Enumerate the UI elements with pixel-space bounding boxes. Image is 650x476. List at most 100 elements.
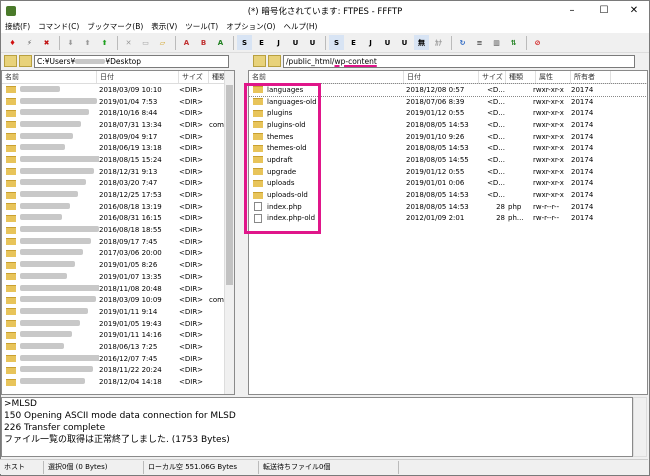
menu-view[interactable]: 表示(V) [151, 21, 177, 32]
local-file-pane[interactable]: 名前 日付 サイズ 種類 2018/03/09 10:10 <DIR> 2019/0… [1, 70, 235, 395]
log-line: 226 Transfer complete [4, 423, 106, 433]
disconnect-icon[interactable]: ✖ [39, 35, 54, 50]
table-row[interactable]: 2018/09/04 9:17 <DIR> [2, 131, 234, 143]
table-row[interactable]: 2019/01/05 8:26 <DIR> [2, 259, 234, 271]
local-scrollbar[interactable] [224, 71, 234, 394]
transfer-auto-icon[interactable]: A [213, 35, 228, 50]
table-row[interactable]: 2018/12/31 9:13 <DIR> [2, 166, 234, 178]
rename-icon[interactable]: ▭ [138, 35, 153, 50]
col-owner[interactable]: 所有者 [571, 71, 611, 83]
delete-icon[interactable]: ✕ [121, 35, 136, 50]
log-scrollbar[interactable] [633, 397, 647, 457]
menu-tools[interactable]: ツール(T) [185, 21, 218, 32]
table-row[interactable]: 2018/10/16 8:44 <DIR> [2, 107, 234, 119]
kanji-utf8-icon[interactable]: U [288, 35, 303, 50]
table-row[interactable]: 2018/09/17 7:45 <DIR> [2, 236, 234, 248]
redacted-name-block [20, 342, 64, 349]
menu-help[interactable]: ヘルプ(H) [283, 21, 317, 32]
new-folder-icon[interactable]: ▱ [155, 35, 170, 50]
table-row[interactable]: 2018/03/09 10:10 <DIR> [2, 84, 234, 96]
menu-command[interactable]: コマンド(C) [38, 21, 79, 32]
refresh-icon[interactable]: ↻ [455, 35, 470, 50]
upload-icon[interactable]: ⬆ [80, 35, 95, 50]
table-row[interactable]: 2019/01/11 14:16 <DIR> [2, 329, 234, 341]
table-row[interactable]: 2018/07/31 13:34 <DIR> com [2, 119, 234, 131]
sync-browse-icon[interactable]: ⇅ [506, 35, 521, 50]
table-row[interactable]: 2018/06/13 7:25 <DIR> [2, 341, 234, 353]
table-row[interactable]: 2018/12/04 14:18 <DIR> [2, 376, 234, 388]
table-row[interactable]: 2018/11/08 20:48 <DIR> [2, 283, 234, 295]
row-attr: rwxr-xr-x [533, 109, 564, 118]
redacted-name [20, 331, 99, 339]
table-row[interactable]: 2018/03/20 7:47 <DIR> [2, 178, 234, 190]
menu-bookmark[interactable]: ブックマーク(B) [87, 21, 143, 32]
remote-jis-icon[interactable]: J [363, 35, 378, 50]
remote-euc-icon[interactable]: E [346, 35, 361, 50]
kanji-sjis-icon[interactable]: S [237, 35, 252, 50]
local-open-folder-icon[interactable] [19, 55, 32, 67]
kanji-euc-icon[interactable]: E [254, 35, 269, 50]
stop-icon[interactable]: ⊘ [530, 35, 545, 50]
menu-options[interactable]: オプション(O) [226, 21, 275, 32]
kanji-jis-icon[interactable]: J [271, 35, 286, 50]
table-row[interactable]: 2018/03/09 10:09 <DIR> com [2, 294, 234, 306]
table-row[interactable]: 2019/01/11 9:14 <DIR> [2, 306, 234, 318]
kana-icon[interactable]: ｶﾅ [431, 35, 446, 50]
col-name[interactable]: 名前 [249, 71, 404, 83]
transfer-ascii-icon[interactable]: A [179, 35, 194, 50]
table-row[interactable]: 2018/12/25 17:53 <DIR> [2, 189, 234, 201]
row-size: <DIR> [179, 202, 204, 211]
table-row[interactable]: 2019/01/07 13:35 <DIR> [2, 271, 234, 283]
remote-utf8bom-icon[interactable]: U [397, 35, 412, 50]
redacted-name-block [20, 109, 89, 116]
col-attr[interactable]: 属性 [536, 71, 571, 83]
table-row[interactable]: 2017/03/06 20:00 <DIR> [2, 248, 234, 260]
no-conversion-icon[interactable]: 無 [414, 35, 429, 50]
col-type[interactable]: 種類 [506, 71, 536, 83]
list-view-icon[interactable]: ≡ [472, 35, 487, 50]
maximize-button[interactable]: ☐ [589, 1, 619, 20]
table-row[interactable]: 2018/11/22 20:24 <DIR> [2, 365, 234, 377]
log-line: 150 Opening ASCII mode data connection f… [4, 411, 236, 421]
row-size: <D... [487, 97, 505, 106]
download-icon[interactable]: ⬇ [63, 35, 78, 50]
table-row[interactable]: 2019/01/05 19:43 <DIR> [2, 318, 234, 330]
folder-icon [6, 203, 16, 211]
remote-open-folder-icon[interactable] [268, 55, 281, 67]
col-date[interactable]: 日付 [404, 71, 479, 83]
table-row[interactable]: 2016/08/31 16:15 <DIR> [2, 213, 234, 225]
menu-connect[interactable]: 接続(F) [5, 21, 30, 32]
row-size: <DIR> [179, 155, 204, 164]
redacted-name [20, 132, 99, 141]
row-attr: rw-r--r-- [533, 202, 560, 211]
table-row[interactable]: 2018/06/19 13:18 <DIR> [2, 142, 234, 154]
redacted-name-block [20, 354, 99, 361]
table-row[interactable]: 2016/08/18 13:19 <DIR> [2, 201, 234, 213]
mirror-upload-icon[interactable]: ⬆ [97, 35, 112, 50]
table-row[interactable]: 2019/01/04 7:53 <DIR> [2, 96, 234, 108]
col-size[interactable]: サイズ [479, 71, 506, 83]
local-path-input[interactable]: C:¥Users¥ ¥Desktop [34, 54, 229, 68]
col-date[interactable]: 日付 [97, 71, 179, 83]
table-row[interactable]: 2016/12/07 7:45 <DIR> [2, 353, 234, 365]
remote-path-input[interactable]: /public_html/wp-content [283, 54, 635, 68]
connect-icon[interactable]: ♦ [5, 35, 20, 50]
remote-sjis-icon[interactable]: S [329, 35, 344, 50]
table-row[interactable]: 2018/08/15 15:24 <DIR> [2, 154, 234, 166]
remote-utf8-icon[interactable]: U [380, 35, 395, 50]
col-size[interactable]: サイズ [179, 71, 209, 83]
remote-up-folder-icon[interactable] [253, 55, 266, 67]
folder-icon [6, 109, 16, 117]
transfer-binary-icon[interactable]: B [196, 35, 211, 50]
col-name[interactable]: 名前 [2, 71, 97, 83]
kanji-utf8bom-icon[interactable]: U [305, 35, 320, 50]
table-row[interactable]: 2016/08/18 18:55 <DIR> [2, 224, 234, 236]
local-up-folder-icon[interactable] [4, 55, 17, 67]
row-date: 2019/01/01 0:06 [406, 179, 465, 188]
redacted-name-block [20, 378, 85, 385]
detail-view-icon[interactable]: ▥ [489, 35, 504, 50]
close-button[interactable]: ✕ [619, 1, 649, 20]
quick-connect-icon[interactable]: ⚡ [22, 35, 37, 50]
local-scroll-thumb[interactable] [226, 85, 233, 285]
minimize-button[interactable]: – [557, 1, 587, 20]
